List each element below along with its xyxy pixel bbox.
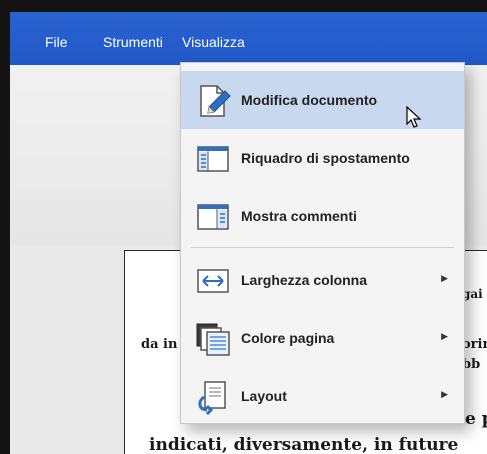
menu-file[interactable]: File [45,34,68,50]
show-comments-icon [197,204,229,230]
menu-item-layout[interactable]: Layout ▶ [181,367,464,425]
menu-item-larghezza-colonna[interactable]: Larghezza colonna ▶ [181,251,464,309]
layout-icon [198,381,226,415]
submenu-arrow-icon: ▶ [441,273,448,283]
document-text: e p [465,409,487,429]
submenu-arrow-icon: ▶ [441,331,448,341]
screen: File Strumenti Visualizza gai da in orin… [10,12,487,454]
edit-document-icon [200,85,231,117]
document-text: gai [462,287,483,301]
menu-strumenti[interactable]: Strumenti [103,34,163,50]
menu-item-label: Layout [241,388,287,404]
column-width-icon [197,269,229,293]
menu-item-label: Larghezza colonna [241,272,368,288]
menu-item-label: Riquadro di spostamento [241,150,410,166]
navigation-pane-icon [197,146,229,172]
submenu-arrow-icon: ▶ [441,389,448,399]
menu-item-label: Modifica documento [241,92,378,108]
menu-item-label: Colore pagina [241,330,335,346]
document-text: da in [141,337,178,352]
menu-item-label: Mostra commenti [241,208,357,224]
mouse-pointer-icon [406,106,422,128]
menu-bar: File Strumenti Visualizza [10,12,487,65]
menu-item-riquadro-di-spostamento[interactable]: Riquadro di spostamento [181,129,464,187]
page-color-icon [196,323,230,356]
menu-visualizza[interactable]: Visualizza [182,34,245,50]
menu-item-mostra-commenti[interactable]: Mostra commenti [181,187,464,245]
menu-separator [191,247,454,248]
document-text: orin [462,337,487,352]
document-text: indicati, diversamente, in future [149,435,459,454]
view-menu-dropdown: Modifica documento Riquadro di spostamen… [180,62,465,424]
menu-item-colore-pagina[interactable]: Colore pagina ▶ [181,309,464,367]
